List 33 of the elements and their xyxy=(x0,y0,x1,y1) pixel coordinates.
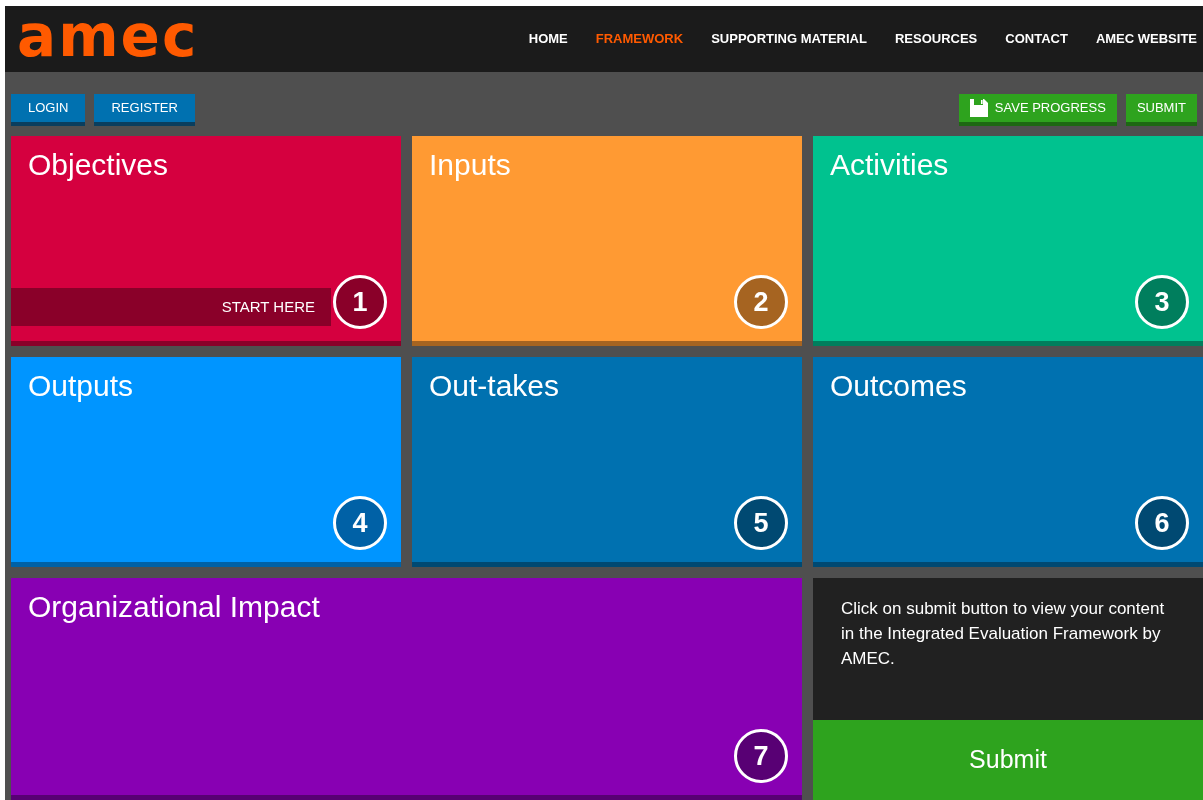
tile[interactable]: Organizational Impact 7 xyxy=(11,578,802,800)
step-number: 7 xyxy=(734,729,788,783)
step-number: 4 xyxy=(333,496,387,550)
nav-link[interactable]: RESOURCES xyxy=(894,29,978,49)
tile[interactable]: Inputs 2 xyxy=(412,136,802,346)
nav-link[interactable]: HOME xyxy=(528,29,568,49)
nav-link[interactable]: CONTACT xyxy=(1005,29,1068,49)
tile-title: Organizational Impact xyxy=(28,589,320,625)
step-number: 5 xyxy=(734,496,788,550)
info-text: Click on submit button to view your content in the Integrated Evaluation Framework by AMEC. xyxy=(841,598,1166,670)
banner-text: START HERE xyxy=(221,296,315,317)
tile[interactable]: Outcomes 6 xyxy=(813,357,1203,567)
account-button[interactable]: REGISTER xyxy=(94,94,195,126)
nav-link[interactable]: AMEC WEBSITE xyxy=(1095,29,1197,49)
start-here-banner[interactable]: START HERE xyxy=(11,288,331,326)
tile-title: Objectives xyxy=(28,147,169,183)
step-number: 2 xyxy=(734,275,788,329)
tile[interactable]: Out-takes 5 xyxy=(412,357,802,567)
logo[interactable]: amec xyxy=(17,7,199,65)
tile-title: Outcomes xyxy=(830,368,967,404)
tile[interactable]: Objectives START HERE 1 xyxy=(11,136,401,346)
tile-title: Outputs xyxy=(28,368,134,404)
tile[interactable]: Outputs 4 xyxy=(11,357,401,567)
nav-link[interactable]: SUPPORTING MATERIAL xyxy=(711,29,867,49)
tile-title: Out-takes xyxy=(429,368,560,404)
step-number: 1 xyxy=(333,275,387,329)
tile-title: Inputs xyxy=(429,147,511,183)
account-button[interactable]: LOGIN xyxy=(11,94,86,126)
nav-link[interactable]: FRAMEWORK xyxy=(595,29,684,49)
step-number: 3 xyxy=(1135,275,1189,329)
tile-title: Activities xyxy=(830,147,949,183)
tile[interactable]: Activities 3 xyxy=(813,136,1203,346)
step-number: 6 xyxy=(1135,496,1189,550)
